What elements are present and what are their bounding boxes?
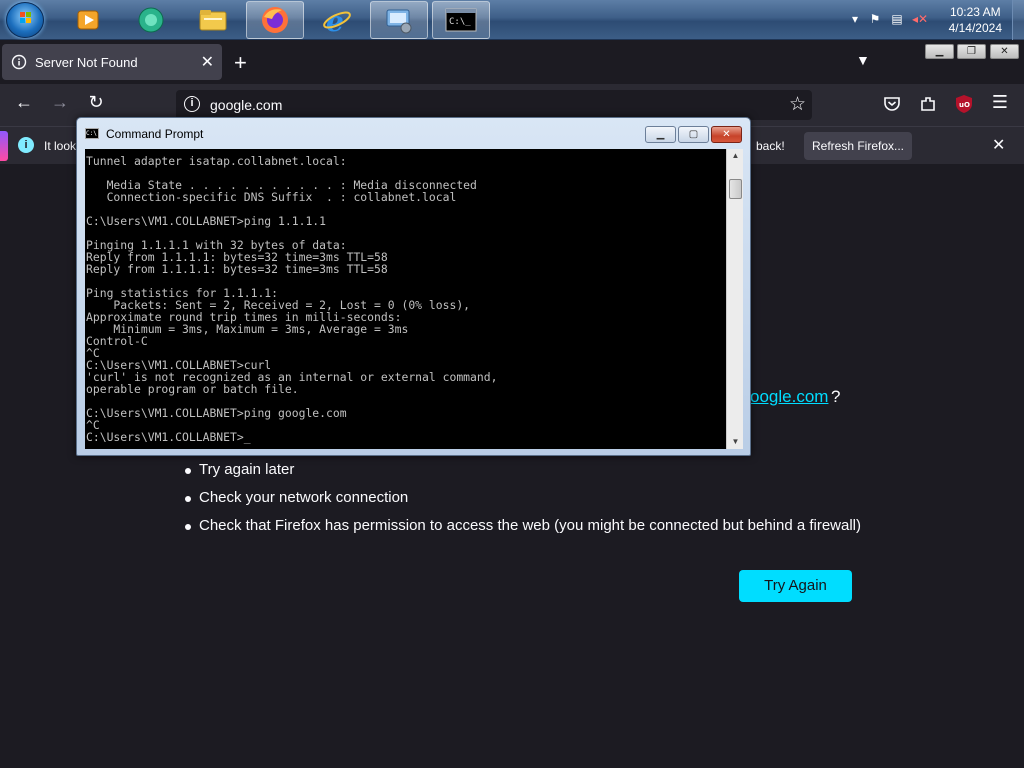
restore-button[interactable]: ❐ bbox=[957, 44, 986, 59]
reload-icon[interactable]: ↻ bbox=[84, 92, 108, 113]
show-desktop-button[interactable] bbox=[1012, 0, 1024, 40]
info-icon bbox=[11, 54, 27, 70]
command-prompt-icon: C:\_ bbox=[445, 8, 477, 32]
clock[interactable]: 10:23 AM 4/14/2024 bbox=[949, 4, 1002, 36]
pocket-icon[interactable] bbox=[883, 95, 901, 113]
taskbar: e C:\_ ▾ ⚑ ▤ ◂✕ 10:23 AM 4/14/2024 bbox=[0, 0, 1024, 40]
tab-server-not-found[interactable]: Server Not Found ✕ bbox=[2, 44, 222, 80]
network-status-icon[interactable]: ▤ bbox=[890, 12, 904, 26]
console-scrollbar[interactable]: ▲ ▼ bbox=[726, 149, 743, 449]
notification-accent bbox=[0, 131, 8, 161]
network-icon bbox=[386, 9, 412, 34]
back-arrow-icon[interactable]: ← bbox=[12, 92, 36, 113]
list-item: Try again later bbox=[185, 460, 861, 488]
action-center-flag-icon[interactable]: ⚑ bbox=[868, 12, 882, 26]
taskbar-media-player[interactable] bbox=[60, 1, 118, 39]
console-text: Tunnel adapter isatap.collabnet.local: M… bbox=[86, 154, 498, 444]
minimize-button[interactable]: ▁ bbox=[925, 44, 954, 59]
notification-close-icon[interactable]: ✕ bbox=[992, 135, 1005, 155]
taskbar-network[interactable] bbox=[370, 1, 428, 39]
messenger-icon bbox=[138, 7, 164, 33]
try-again-button[interactable]: Try Again bbox=[739, 570, 852, 602]
window-title: Command Prompt bbox=[106, 127, 204, 141]
url-text[interactable]: google.com bbox=[210, 97, 282, 113]
taskbar-firefox[interactable] bbox=[246, 1, 304, 39]
tab-close-icon[interactable]: ✕ bbox=[201, 52, 214, 72]
site-info-icon[interactable]: i bbox=[184, 96, 200, 112]
hamburger-menu-icon[interactable]: ☰ bbox=[988, 92, 1012, 113]
command-prompt-title-icon: C:\ bbox=[85, 128, 99, 139]
clock-date: 4/14/2024 bbox=[948, 21, 1002, 35]
scroll-down-arrow-icon[interactable]: ▼ bbox=[727, 435, 744, 449]
svg-text:C:\_: C:\_ bbox=[449, 17, 471, 27]
cmd-close-button[interactable]: ✕ bbox=[711, 126, 742, 143]
extensions-icon[interactable] bbox=[919, 95, 937, 113]
url-bar[interactable]: i google.com ☆ bbox=[176, 90, 812, 120]
clock-time: 10:23 AM bbox=[949, 5, 1001, 19]
close-window-button[interactable]: ✕ bbox=[990, 44, 1019, 59]
start-button[interactable] bbox=[6, 2, 44, 38]
notification-message: It look bbox=[44, 139, 77, 153]
tab-title: Server Not Found bbox=[35, 54, 138, 70]
firefox-icon bbox=[262, 7, 288, 33]
cmd-maximize-button[interactable]: ▢ bbox=[678, 126, 709, 143]
taskbar-internet-explorer[interactable]: e bbox=[308, 1, 366, 39]
windows-logo-icon bbox=[20, 12, 32, 24]
internet-explorer-icon: e bbox=[323, 5, 351, 35]
refresh-firefox-button[interactable]: Refresh Firefox... bbox=[804, 132, 912, 160]
scroll-up-arrow-icon[interactable]: ▲ bbox=[727, 149, 744, 163]
list-item: Check that Firefox has permission to acc… bbox=[185, 516, 861, 544]
ublock-origin-icon[interactable]: uO bbox=[954, 94, 974, 114]
console-output[interactable]: Tunnel adapter isatap.collabnet.local: M… bbox=[85, 149, 726, 449]
scrollbar-thumb[interactable] bbox=[729, 179, 742, 199]
list-all-tabs-chevron-down-icon[interactable]: ▼ bbox=[856, 52, 870, 68]
system-tray: ▾ ⚑ ▤ ◂✕ 10:23 AM 4/14/2024 bbox=[839, 0, 1024, 40]
new-tab-button[interactable]: + bbox=[234, 50, 247, 76]
cmd-minimize-button[interactable]: ▁ bbox=[645, 126, 676, 143]
taskbar-messenger[interactable] bbox=[122, 1, 180, 39]
suggested-site-link[interactable]: oogle.com bbox=[750, 387, 828, 407]
firefox-tab-bar: Server Not Found ✕ bbox=[0, 40, 1024, 84]
media-player-icon bbox=[77, 10, 99, 30]
list-item: Check your network connection bbox=[185, 488, 861, 516]
show-hidden-icons-icon[interactable]: ▾ bbox=[848, 12, 862, 26]
taskbar-file-explorer[interactable] bbox=[184, 1, 242, 39]
troubleshooting-list: Try again later Check your network conne… bbox=[185, 460, 861, 544]
suggestion-question-mark: ? bbox=[831, 387, 841, 406]
taskbar-command-prompt[interactable]: C:\_ bbox=[432, 1, 490, 39]
notification-message-end: back! bbox=[756, 139, 785, 153]
svg-text:uO: uO bbox=[959, 101, 970, 109]
forward-arrow-icon[interactable]: → bbox=[48, 92, 72, 113]
bookmark-star-icon[interactable]: ☆ bbox=[789, 93, 806, 116]
file-explorer-icon bbox=[199, 10, 227, 31]
volume-muted-icon[interactable]: ◂✕ bbox=[912, 12, 928, 26]
command-prompt-window[interactable]: C:\ Command Prompt ▁ ▢ ✕ Tunnel adapter … bbox=[76, 117, 751, 456]
notification-info-icon: i bbox=[18, 137, 34, 153]
